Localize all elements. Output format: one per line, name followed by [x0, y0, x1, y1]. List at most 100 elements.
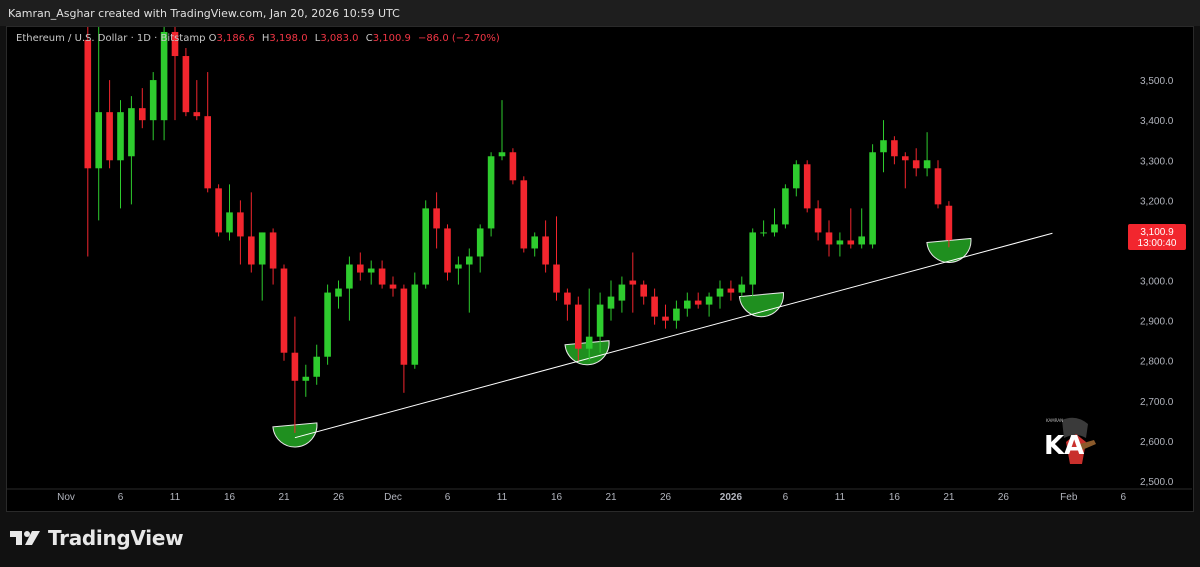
legend-open-label: O	[208, 33, 217, 44]
watermark-small: KAMRAN	[1046, 418, 1063, 423]
candle-body	[367, 268, 375, 273]
author-watermark: KA KAMRAN	[1040, 414, 1104, 470]
price-chart[interactable]: 2,500.0 2,600.0 2,700.0 2,800.0 2,900.0 3,000…	[0, 0, 1200, 567]
candle-body	[749, 232, 756, 285]
price-tick-label: 3,500.0	[1140, 76, 1174, 87]
candle-body	[215, 188, 222, 233]
candle-body	[258, 232, 266, 265]
candle-body	[433, 208, 440, 229]
candle-body	[531, 236, 538, 249]
candle-body	[302, 376, 310, 381]
legend-open-value: 3,186.6	[216, 33, 255, 44]
candle-body	[378, 268, 386, 285]
price-tick-label: 2,700.0	[1140, 397, 1174, 408]
candle-body	[411, 284, 419, 365]
symbol-legend[interactable]: Ethereum / U.S. Dollar · 1D · Bitstamp O…	[16, 33, 504, 44]
time-tick-label: 6	[445, 492, 451, 503]
candle-body	[825, 232, 833, 245]
candle-body	[923, 160, 931, 169]
time-tick-label: 16	[889, 492, 901, 503]
candle-body	[84, 40, 92, 169]
legend-change: −86.0 (−2.70%)	[418, 33, 500, 44]
price-tick-label: 2,500.0	[1140, 477, 1174, 488]
current-price-label: 3,100.9	[1140, 227, 1174, 238]
tradingview-logo-icon	[10, 531, 40, 545]
candle-body	[891, 140, 898, 157]
candle-body	[673, 308, 680, 321]
candle-body	[193, 112, 201, 117]
candle-body	[651, 296, 658, 317]
footer: TradingView	[10, 526, 184, 550]
time-tick-label: 6	[1121, 492, 1127, 503]
time-tick-label: 21	[605, 492, 617, 503]
candle-body	[705, 296, 713, 305]
legend-symbol: Ethereum / U.S. Dollar · 1D · Bitstamp	[16, 33, 206, 44]
candle-body	[237, 212, 244, 237]
watermark-initials: KA	[1044, 431, 1084, 461]
candle-body	[934, 168, 942, 205]
candle-body	[858, 236, 865, 245]
legend-high-value: 3,198.0	[269, 33, 308, 44]
time-tick-label: Dec	[384, 492, 402, 503]
candle-body	[389, 284, 397, 289]
candle-body	[476, 228, 484, 257]
candle-body	[313, 356, 320, 377]
candle-body	[226, 212, 233, 233]
price-tick-label: 2,800.0	[1140, 357, 1174, 368]
candle-body	[520, 180, 528, 249]
countdown-label: 13:00:40	[1138, 238, 1177, 249]
candle-body	[553, 264, 560, 293]
candle-body	[487, 156, 495, 229]
candle-body	[771, 224, 778, 233]
candle-body	[498, 152, 506, 157]
candle-body	[912, 160, 920, 169]
candle-body	[204, 116, 211, 189]
candle-body	[280, 268, 288, 353]
candle-body	[738, 284, 746, 293]
candle-body	[455, 264, 462, 269]
candle-body	[444, 228, 451, 273]
candle-body	[291, 352, 299, 381]
candle-body	[803, 164, 811, 209]
candle-body	[324, 292, 331, 357]
candle-body	[128, 108, 135, 157]
time-tick-label: 26	[998, 492, 1010, 503]
candle-body	[466, 256, 473, 265]
candle-body	[357, 264, 364, 273]
candle-body	[814, 208, 822, 233]
candle-body	[727, 288, 735, 293]
time-tick-label: 11	[497, 492, 508, 503]
support-zone-marker[interactable]	[738, 292, 784, 318]
time-tick-label: 6	[118, 492, 124, 503]
candle-body	[694, 300, 702, 305]
candle-body	[248, 236, 255, 265]
candle-body	[564, 292, 571, 305]
candle-body	[106, 112, 113, 161]
candle-body	[629, 280, 637, 285]
candle-body	[684, 300, 691, 309]
price-tick-label: 2,600.0	[1140, 437, 1174, 448]
price-tick-label: 3,200.0	[1140, 196, 1174, 207]
support-trendline[interactable]	[294, 232, 1053, 439]
candle-body	[585, 336, 593, 349]
time-tick-label: 11	[170, 492, 181, 503]
legend-low-value: 3,083.0	[320, 33, 359, 44]
candle-body	[542, 236, 549, 265]
price-tick-label: 2,900.0	[1140, 317, 1174, 328]
time-tick-label: 16	[551, 492, 563, 503]
candle-body	[509, 152, 517, 181]
candle-body	[182, 56, 190, 113]
legend-close-label: C	[365, 33, 373, 44]
price-tick-label: 3,000.0	[1140, 277, 1174, 288]
candle-body	[716, 288, 724, 297]
candle-body	[836, 240, 844, 245]
candle-body	[95, 112, 102, 169]
candle-body	[160, 31, 168, 121]
candle-body	[618, 284, 626, 301]
time-tick-label: 26	[333, 492, 345, 503]
candle-body	[149, 80, 157, 121]
candle-body	[269, 232, 277, 269]
candle-body	[902, 156, 909, 161]
candle-body	[346, 264, 353, 289]
candle-body	[400, 288, 408, 365]
